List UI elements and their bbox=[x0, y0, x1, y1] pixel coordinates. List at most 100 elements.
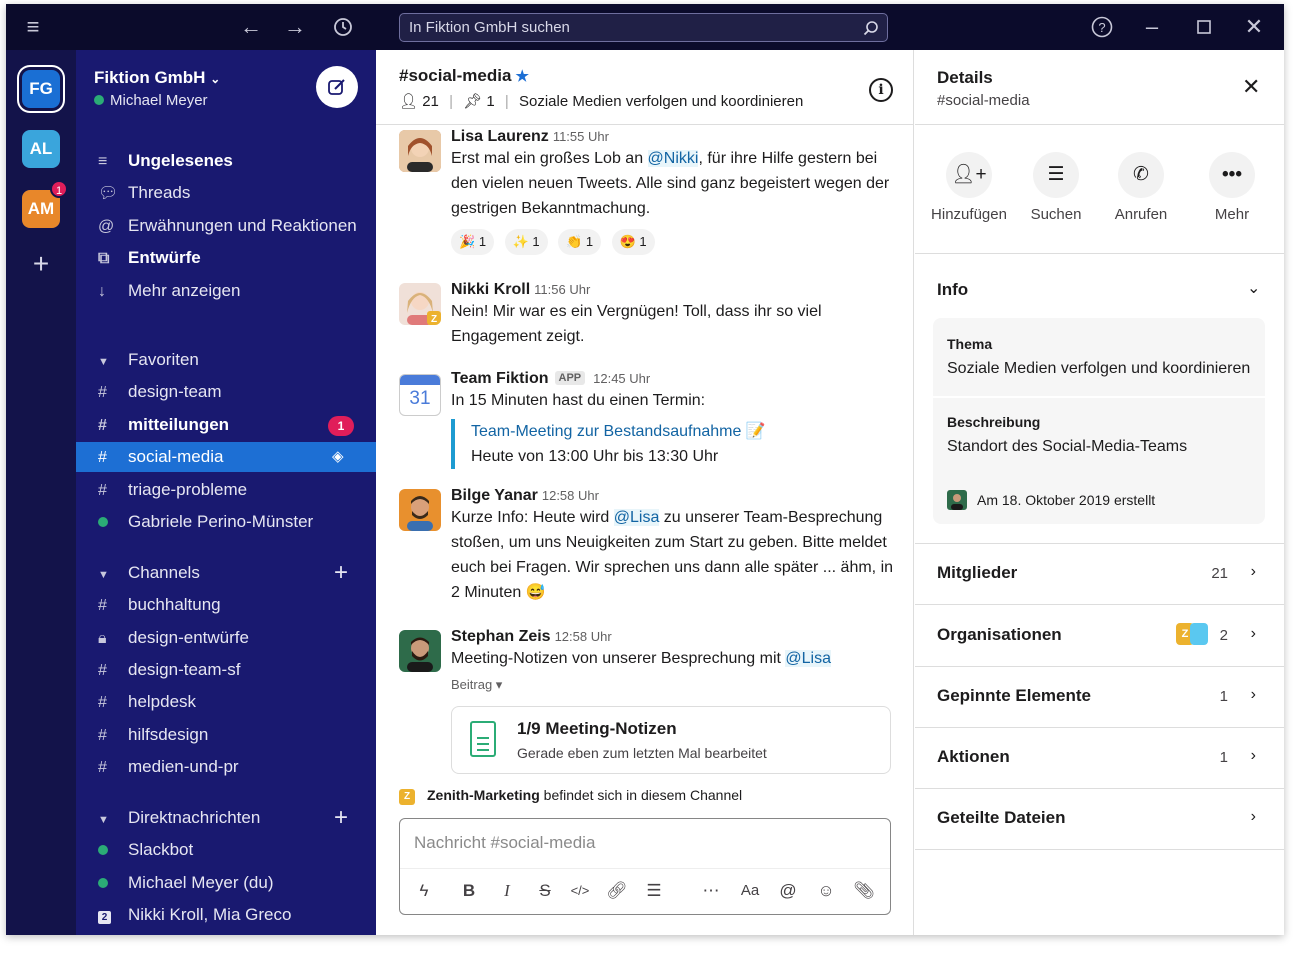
row-organizations[interactable]: Organisationen Z 2 › bbox=[915, 605, 1284, 666]
back-arrow-icon[interactable]: ← bbox=[238, 14, 264, 40]
message-author[interactable]: Team Fiktion bbox=[451, 370, 549, 387]
avatar[interactable]: Z bbox=[399, 283, 441, 325]
close-icon[interactable]: ✕ bbox=[1242, 74, 1260, 100]
message-time[interactable]: 12:58 Uhr bbox=[542, 488, 599, 503]
sidebar-item-helpdesk[interactable]: # helpdesk bbox=[76, 687, 376, 717]
message-author[interactable]: Bilge Yanar bbox=[451, 487, 538, 504]
sidebar-item-hilfsdesign[interactable]: # hilfsdesign bbox=[76, 720, 376, 750]
menu-icon[interactable]: ≡ bbox=[20, 14, 46, 40]
avatar[interactable] bbox=[399, 130, 441, 172]
post-card[interactable]: 1/9 Meeting-Notizen Gerade eben zum letz… bbox=[451, 706, 891, 774]
action-more[interactable]: ••• Mehr bbox=[1192, 152, 1272, 223]
history-icon[interactable] bbox=[330, 14, 356, 40]
emoji-icon[interactable]: ☺ bbox=[814, 879, 838, 903]
workspace-name[interactable]: Fiktion GmbH ⌄ bbox=[94, 68, 220, 88]
row-actions[interactable]: Aktionen 1 › bbox=[915, 727, 1284, 788]
post-dropdown[interactable]: Beitrag ▾ bbox=[451, 677, 901, 693]
search-input[interactable]: In Fiktion GmbH suchen bbox=[399, 13, 888, 42]
row-pinned[interactable]: Gepinnte Elemente 1 › bbox=[915, 666, 1284, 727]
minimize-icon[interactable]: – bbox=[1139, 14, 1165, 40]
bold-icon[interactable]: B bbox=[457, 879, 481, 903]
channel-title[interactable]: #social-media ★ bbox=[399, 66, 529, 86]
help-icon[interactable]: ? bbox=[1089, 14, 1115, 40]
sidebar-item-triage-probleme[interactable]: # triage-probleme bbox=[76, 475, 376, 505]
mention[interactable]: @Lisa bbox=[785, 650, 831, 667]
ordered-list-icon[interactable]: ☰ bbox=[642, 879, 666, 903]
mention[interactable]: @Lisa bbox=[613, 509, 660, 526]
nav-threads[interactable]: 💬︎ Threads bbox=[76, 178, 376, 208]
add-channel-icon[interactable]: + bbox=[334, 558, 348, 588]
chevron-down-icon[interactable]: ⌄ bbox=[1247, 278, 1260, 298]
channel-info-icon[interactable]: i bbox=[869, 78, 893, 102]
info-header[interactable]: Info bbox=[937, 280, 968, 300]
sidebar-item-social-media[interactable]: # social-media ◈ bbox=[76, 442, 376, 472]
code-icon[interactable]: </> bbox=[568, 879, 592, 903]
row-members[interactable]: Mitglieder 21 › bbox=[915, 543, 1284, 604]
sidebar-item-slackbot[interactable]: Slackbot bbox=[76, 835, 376, 865]
shortcuts-icon[interactable]: ϟ bbox=[412, 879, 436, 903]
sidebar-item-mitteilungen[interactable]: # mitteilungen 1 bbox=[76, 410, 376, 440]
message-time[interactable]: 11:56 Uhr bbox=[534, 282, 590, 297]
section-favorites[interactable]: ▼ Favoriten bbox=[76, 345, 376, 375]
message-time[interactable]: 11:55 Uhr bbox=[553, 129, 609, 144]
message-time[interactable]: 12:45 Uhr bbox=[593, 371, 650, 386]
reaction-sparkles[interactable]: ✨ 1 bbox=[504, 229, 548, 255]
message-composer[interactable]: Nachricht #social-media ϟ B I S </> 🔗︎ ☰… bbox=[399, 818, 891, 915]
nav-mentions[interactable]: @ Erwähnungen und Reaktionen bbox=[76, 211, 376, 241]
description-value[interactable]: Standort des Social-Media-Teams bbox=[947, 438, 1187, 456]
event-title[interactable]: Team-Meeting zur Bestandsaufnahme 📝 bbox=[471, 419, 901, 444]
more-formatting-icon[interactable]: ⋯ bbox=[699, 879, 723, 903]
action-call[interactable]: ✆ Anrufen bbox=[1101, 152, 1181, 223]
reaction-party[interactable]: 🎉 1 bbox=[451, 229, 495, 255]
attachment-icon[interactable]: 📎︎ bbox=[852, 879, 876, 903]
sidebar-item-buchhaltung[interactable]: # buchhaltung bbox=[76, 590, 376, 620]
member-count[interactable]: 21 bbox=[422, 93, 439, 110]
mention[interactable]: @Nikki bbox=[647, 150, 699, 167]
reaction-heart-eyes[interactable]: 😍 1 bbox=[611, 229, 655, 255]
sidebar-item-design-team-sf[interactable]: # design-team-sf bbox=[76, 655, 376, 685]
message-input[interactable]: Nachricht #social-media bbox=[414, 833, 595, 853]
sidebar-item-gabriele[interactable]: Gabriele Perino-Münster bbox=[76, 507, 376, 537]
action-add[interactable]: 👤︎+ Hinzufügen bbox=[929, 152, 1009, 223]
sidebar-item-design-team[interactable]: # design-team bbox=[76, 377, 376, 407]
close-window-icon[interactable]: ✕ bbox=[1241, 14, 1267, 40]
message-time[interactable]: 12:58 Uhr bbox=[555, 629, 612, 644]
add-workspace-icon[interactable]: + bbox=[28, 248, 54, 280]
avatar[interactable] bbox=[399, 630, 441, 672]
channel-topic[interactable]: Soziale Medien verfolgen und koordiniere… bbox=[519, 93, 803, 110]
link-icon[interactable]: 🔗︎ bbox=[605, 879, 629, 903]
row-shared-files[interactable]: Geteilte Dateien › bbox=[915, 788, 1284, 849]
compose-button[interactable] bbox=[316, 66, 358, 108]
mention-icon[interactable]: @ bbox=[776, 879, 800, 903]
nav-more[interactable]: ↓ Mehr anzeigen bbox=[76, 276, 376, 306]
message-author[interactable]: Lisa Laurenz bbox=[451, 128, 549, 145]
nav-unread[interactable]: ≡ Ungelesenes bbox=[76, 146, 376, 176]
strikethrough-icon[interactable]: S bbox=[533, 879, 557, 903]
avatar[interactable] bbox=[399, 489, 441, 531]
calendar-app-icon[interactable]: 31 bbox=[399, 374, 441, 416]
message-author[interactable]: Nikki Kroll bbox=[451, 281, 530, 298]
reaction-clap[interactable]: 👏 1 bbox=[558, 229, 602, 255]
italic-icon[interactable]: I bbox=[495, 879, 519, 903]
sidebar-item-michael[interactable]: Michael Meyer (du) bbox=[76, 868, 376, 898]
maximize-icon[interactable] bbox=[1191, 14, 1217, 40]
workspace-fg[interactable]: FG bbox=[22, 70, 60, 108]
text-format-icon[interactable]: Aa bbox=[738, 879, 762, 903]
message-author[interactable]: Stephan Zeis bbox=[451, 628, 551, 645]
user-status[interactable]: Michael Meyer bbox=[94, 92, 208, 109]
nav-drafts[interactable]: ⧉ Entwürfe bbox=[76, 243, 376, 273]
pinned-count[interactable]: 1 bbox=[486, 93, 494, 110]
chevron-right-icon: › bbox=[1250, 563, 1256, 580]
sidebar-item-design-entwuerfe[interactable]: 🔒︎ design-entwürfe bbox=[76, 623, 376, 653]
forward-arrow-icon[interactable]: → bbox=[282, 14, 308, 40]
topic-value[interactable]: Soziale Medien verfolgen und koordiniere… bbox=[947, 360, 1250, 378]
action-search[interactable]: ☰ Suchen bbox=[1016, 152, 1096, 223]
section-dms[interactable]: ▼ Direktnachrichten + bbox=[76, 803, 376, 833]
workspace-al[interactable]: AL bbox=[22, 130, 60, 168]
sidebar-item-group-dm[interactable]: 2 Nikki Kroll, Mia Greco bbox=[76, 900, 376, 930]
star-icon[interactable]: ★ bbox=[515, 68, 528, 85]
sidebar-item-medien-und-pr[interactable]: # medien-und-pr bbox=[76, 752, 376, 782]
section-channels[interactable]: ▼ Channels + bbox=[76, 558, 376, 588]
add-dm-icon[interactable]: + bbox=[334, 803, 348, 833]
org-name[interactable]: Zenith-Marketing bbox=[427, 787, 540, 803]
